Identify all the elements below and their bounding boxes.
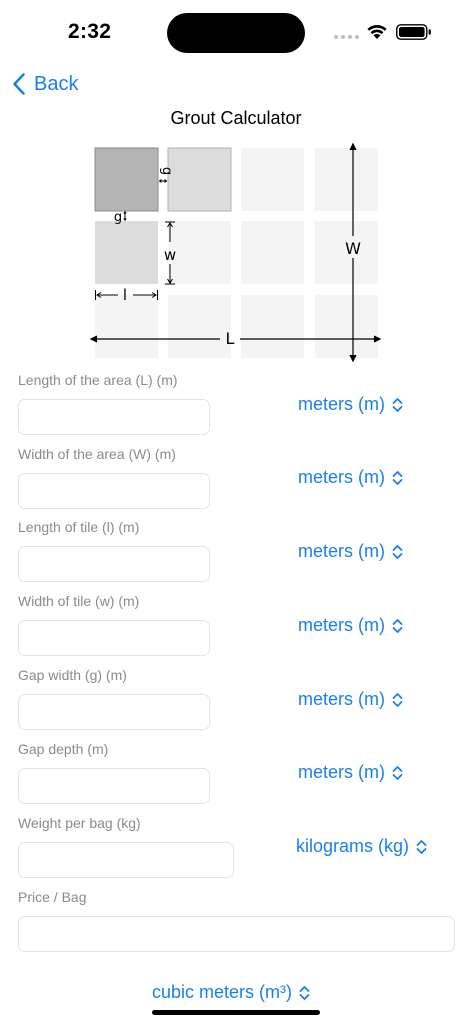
gap-width-input[interactable] [18,694,210,730]
width-area-unit-label: meters (m) [298,467,385,487]
gap-depth-unit-select[interactable]: meters (m) [298,762,403,783]
tile [315,295,378,358]
chevron-up-down-icon [392,692,403,707]
gap-width-unit-label: meters (m) [298,689,385,709]
gap-width-marker-left [123,210,127,222]
length-area-unit-select[interactable]: meters (m) [298,394,403,415]
gap-label-left: g [114,210,122,225]
chevron-up-down-icon [392,765,403,780]
tile [241,295,304,358]
length-tile-label: Length of tile (l) (m) [18,519,140,535]
gap-depth-label: Gap depth (m) [18,741,109,757]
tile-width-label: w [164,246,176,264]
tile [241,221,304,284]
gap-width-label: Gap width (g) (m) [18,667,127,683]
result-unit-label: cubic meters (m³) [152,982,293,1002]
width-tile-unit-label: meters (m) [298,615,385,635]
area-length-label: L [226,329,235,348]
gap-width-unit-select[interactable]: meters (m) [298,689,403,710]
result-unit-select[interactable]: cubic meters (m³) [152,982,310,1003]
tile-layout-diagram: g g w l L W [89,142,382,363]
chevron-up-down-icon [392,618,403,633]
tile [168,221,231,284]
tile [95,295,158,358]
gap-width-marker-top [158,179,168,183]
chevron-up-down-icon [299,985,310,1000]
tile [94,147,159,212]
price-per-bag-input[interactable] [18,916,455,952]
length-area-label: Length of the area (L) (m) [18,372,178,388]
home-indicator [152,1010,320,1015]
chevron-up-down-icon [392,544,403,559]
weight-per-bag-unit-select[interactable]: kilograms (kg) [296,836,427,857]
width-area-unit-select[interactable]: meters (m) [298,467,403,488]
chevron-up-down-icon [392,397,403,412]
length-area-input[interactable] [18,399,210,435]
weight-per-bag-unit-label: kilograms (kg) [296,836,410,856]
tile [168,295,231,358]
gap-depth-unit-label: meters (m) [298,762,385,782]
chevron-up-down-icon [416,839,427,854]
tile [241,148,304,211]
tile-grid [94,147,378,358]
area-width-label: W [345,239,361,258]
gap-label-top: g [159,167,174,175]
width-area-input[interactable] [18,473,210,509]
width-tile-label: Width of tile (w) (m) [18,593,140,609]
gap-depth-input[interactable] [18,768,210,804]
length-tile-unit-select[interactable]: meters (m) [298,541,403,562]
length-tile-input[interactable] [18,546,210,582]
tile [315,148,378,211]
tile-length-label: l [123,286,127,304]
length-area-unit-label: meters (m) [298,394,385,414]
chevron-up-down-icon [392,470,403,485]
tile [95,221,158,284]
price-per-bag-label: Price / Bag [18,889,87,905]
width-tile-unit-select[interactable]: meters (m) [298,615,403,636]
weight-per-bag-label: Weight per bag (kg) [18,815,141,831]
length-tile-unit-label: meters (m) [298,541,385,561]
width-area-label: Width of the area (W) (m) [18,446,176,462]
weight-per-bag-input[interactable] [18,842,234,878]
width-tile-input[interactable] [18,620,210,656]
tile [167,147,232,212]
